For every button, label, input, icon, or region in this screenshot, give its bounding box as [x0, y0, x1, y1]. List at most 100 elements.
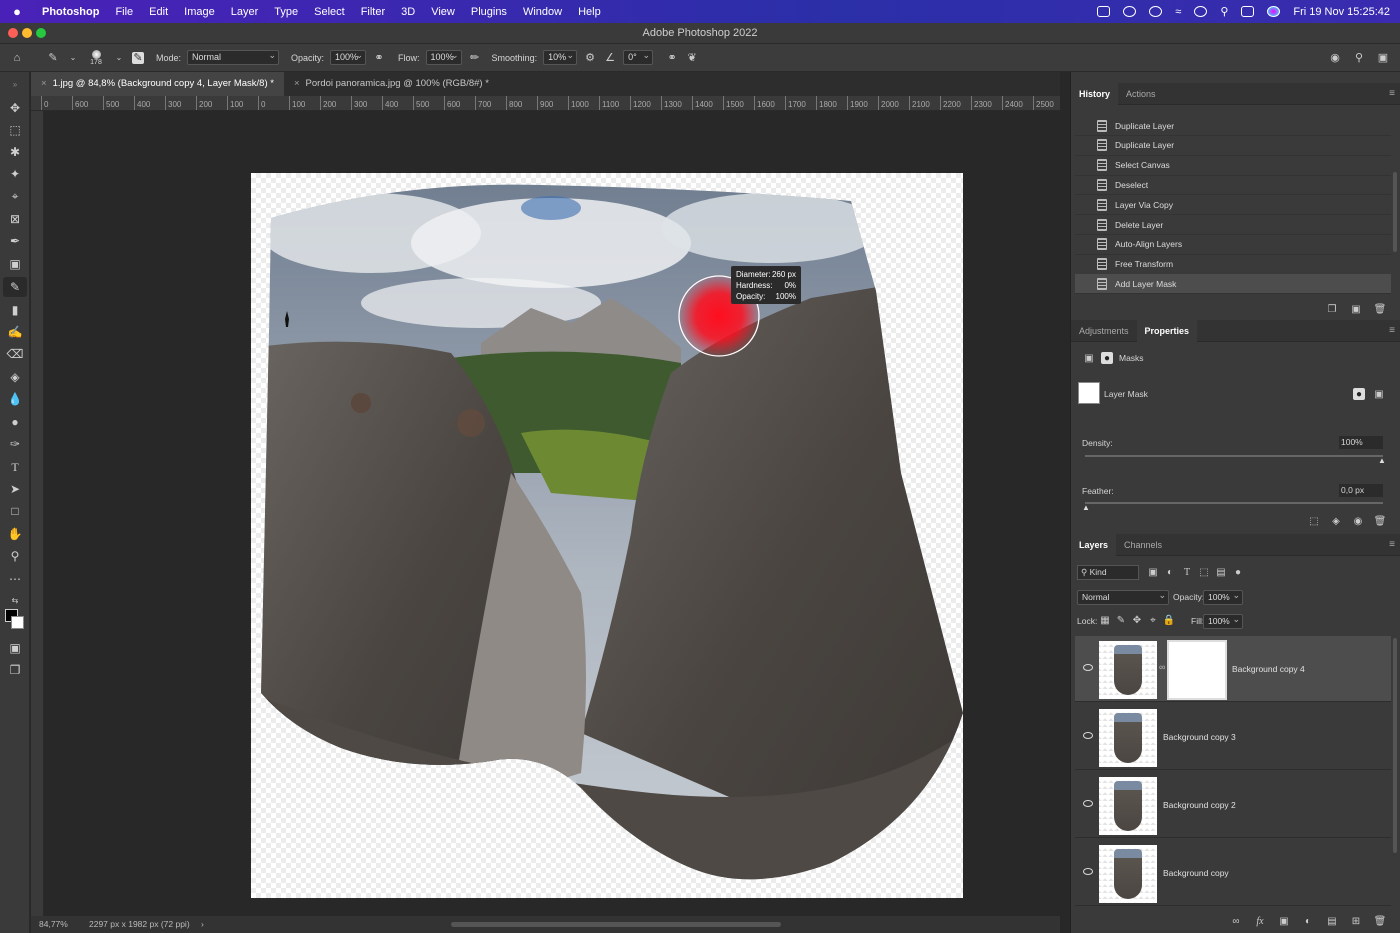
- siri-icon[interactable]: [1267, 6, 1281, 17]
- menu-select[interactable]: Select: [306, 6, 353, 18]
- opacity-field[interactable]: 100%: [330, 49, 367, 65]
- filter-shape-icon[interactable]: ⬚: [1198, 566, 1210, 578]
- horizontal-scrollbar[interactable]: [451, 922, 781, 927]
- share-user-icon[interactable]: ◉: [1328, 51, 1342, 65]
- frame-tool-icon[interactable]: ⊠: [3, 209, 27, 229]
- layer-thumbnail[interactable]: [1099, 845, 1157, 903]
- filter-toggle-icon[interactable]: ●: [1232, 566, 1244, 578]
- mode-select[interactable]: Normal: [187, 49, 280, 65]
- mask-link-icon[interactable]: ∞: [1159, 662, 1165, 672]
- quick-mask-icon[interactable]: ▣: [3, 638, 27, 658]
- visibility-eye-icon[interactable]: ◉: [1352, 515, 1364, 527]
- filter-smart-object-icon[interactable]: ▤: [1215, 566, 1227, 578]
- history-item[interactable]: Add Layer Mask: [1075, 274, 1391, 295]
- new-group-folder-icon[interactable]: ▤: [1326, 915, 1338, 927]
- panel-menu-icon[interactable]: ≡: [1389, 88, 1395, 99]
- close-icon[interactable]: ×: [294, 78, 300, 89]
- visibility-eye-icon[interactable]: [1083, 800, 1093, 807]
- clone-stamp-tool-icon[interactable]: ▮: [3, 300, 27, 320]
- paint-bucket-tool-icon[interactable]: ◈: [3, 367, 27, 387]
- tab-properties[interactable]: Properties: [1136, 319, 1198, 342]
- vertical-ruler[interactable]: [31, 111, 44, 916]
- pressure-size-icon[interactable]: ⚭: [665, 51, 679, 65]
- lock-position-icon[interactable]: ✥: [1131, 614, 1143, 626]
- brush-tool-icon[interactable]: ✎: [3, 277, 27, 297]
- menu-filter[interactable]: Filter: [353, 6, 393, 18]
- density-slider-thumb[interactable]: ▲: [1378, 456, 1386, 465]
- swap-colors-icon[interactable]: ⇆: [3, 590, 27, 610]
- zoom-level[interactable]: 84,77%: [39, 916, 68, 933]
- brush-tool-preset-icon[interactable]: ✎: [46, 51, 60, 65]
- filter-type-icon[interactable]: T: [1181, 566, 1193, 578]
- search-icon[interactable]: ⚲: [1352, 51, 1366, 65]
- zoom-tool-icon[interactable]: ⚲: [3, 546, 27, 566]
- spotlight-search-icon[interactable]: ⚲: [1220, 5, 1228, 18]
- menu-view[interactable]: View: [423, 6, 463, 18]
- layer-thumbnail[interactable]: [1099, 777, 1157, 835]
- menu-photoshop[interactable]: Photoshop: [34, 6, 107, 18]
- tab-adjustments[interactable]: Adjustments: [1071, 320, 1137, 342]
- horizontal-ruler[interactable]: 0 600 500 400 300 200 100 0 100 200 300 400 500 600 70…: [31, 96, 1060, 111]
- time-machine-icon[interactable]: [1194, 6, 1208, 17]
- path-selection-tool-icon[interactable]: ➤: [3, 479, 27, 499]
- history-item[interactable]: Duplicate Layer: [1075, 116, 1391, 136]
- layer-thumbnail[interactable]: [1099, 709, 1157, 767]
- chevron-down-icon[interactable]: ⌄: [66, 51, 80, 65]
- tab-document-1[interactable]: × 1.jpg @ 84,8% (Background copy 4, Layer…: [31, 72, 284, 96]
- screen-mirror-icon[interactable]: [1097, 6, 1111, 17]
- layer-mask-swatch[interactable]: [1078, 382, 1100, 404]
- tab-document-2[interactable]: × Pordoi panoramica.jpg @ 100% (RGB/8#) *: [284, 72, 499, 96]
- rectangle-tool-icon[interactable]: □: [3, 501, 27, 521]
- apply-mask-icon[interactable]: ◈: [1330, 515, 1342, 527]
- brush-settings-panel-icon[interactable]: ✎: [132, 51, 144, 64]
- load-selection-icon[interactable]: ⬚: [1308, 515, 1320, 527]
- history-brush-tool-icon[interactable]: ✍: [3, 322, 27, 342]
- status-menu-arrow[interactable]: ›: [201, 916, 204, 933]
- panel-menu-icon[interactable]: ≡: [1389, 539, 1395, 550]
- feather-slider-track[interactable]: [1085, 502, 1383, 504]
- healing-brush-tool-icon[interactable]: ▣: [3, 254, 27, 274]
- window-close-button[interactable]: [8, 28, 18, 38]
- menubar-clock[interactable]: Fri 19 Nov 15:25:42: [1293, 6, 1390, 18]
- menu-image[interactable]: Image: [176, 6, 223, 18]
- layer-filter-kind-select[interactable]: ⚲ Kind: [1077, 565, 1139, 580]
- layer-mask-thumbnail[interactable]: [1167, 640, 1227, 700]
- gear-icon[interactable]: ⚙: [583, 51, 597, 65]
- history-item[interactable]: Select Canvas: [1075, 156, 1391, 176]
- crop-tool-icon[interactable]: ⌖: [3, 186, 27, 206]
- density-field[interactable]: 100%: [1339, 436, 1383, 449]
- pixel-mask-icon[interactable]: ▣: [1083, 352, 1095, 364]
- layer-row[interactable]: Background copy 2: [1075, 772, 1391, 838]
- menu-help[interactable]: Help: [570, 6, 609, 18]
- flow-field[interactable]: 100%: [425, 49, 462, 65]
- visibility-eye-icon[interactable]: [1083, 732, 1093, 739]
- history-item[interactable]: Deselect: [1075, 175, 1391, 196]
- history-item[interactable]: Auto-Align Layers: [1075, 235, 1391, 255]
- history-item[interactable]: Delete Layer: [1075, 215, 1391, 235]
- background-color-swatch[interactable]: [11, 616, 24, 629]
- visibility-eye-icon[interactable]: [1083, 664, 1093, 671]
- new-document-from-state-icon[interactable]: ❐: [1326, 303, 1338, 315]
- window-minimize-button[interactable]: [22, 28, 32, 38]
- document-canvas[interactable]: [251, 173, 963, 898]
- vector-mask-icon[interactable]: ●: [1101, 352, 1113, 364]
- adjustment-layer-icon[interactable]: ◐: [1302, 915, 1314, 927]
- panel-menu-icon[interactable]: ≡: [1389, 325, 1395, 336]
- toolbar-collapse-icon[interactable]: »: [3, 74, 27, 94]
- add-vector-mask-icon[interactable]: ▣: [1373, 388, 1385, 400]
- density-slider-track[interactable]: [1085, 455, 1383, 457]
- eyedropper-tool-icon[interactable]: ✒: [3, 231, 27, 251]
- filter-pixel-icon[interactable]: ▣: [1147, 566, 1159, 578]
- window-zoom-button[interactable]: [36, 28, 46, 38]
- creative-cloud-icon[interactable]: [1123, 6, 1137, 17]
- menu-file[interactable]: File: [107, 6, 141, 18]
- feather-field[interactable]: 0,0 px: [1339, 484, 1383, 497]
- menu-plugins[interactable]: Plugins: [463, 6, 515, 18]
- layer-row[interactable]: Background copy 3: [1075, 704, 1391, 770]
- trash-icon[interactable]: 🗑: [1374, 915, 1387, 927]
- angle-icon[interactable]: ∠: [603, 51, 617, 65]
- move-tool-icon[interactable]: ✥: [3, 98, 27, 118]
- layers-scrollbar[interactable]: [1393, 638, 1397, 853]
- fill-field[interactable]: 100%: [1203, 613, 1243, 629]
- media-play-icon[interactable]: [1149, 6, 1163, 17]
